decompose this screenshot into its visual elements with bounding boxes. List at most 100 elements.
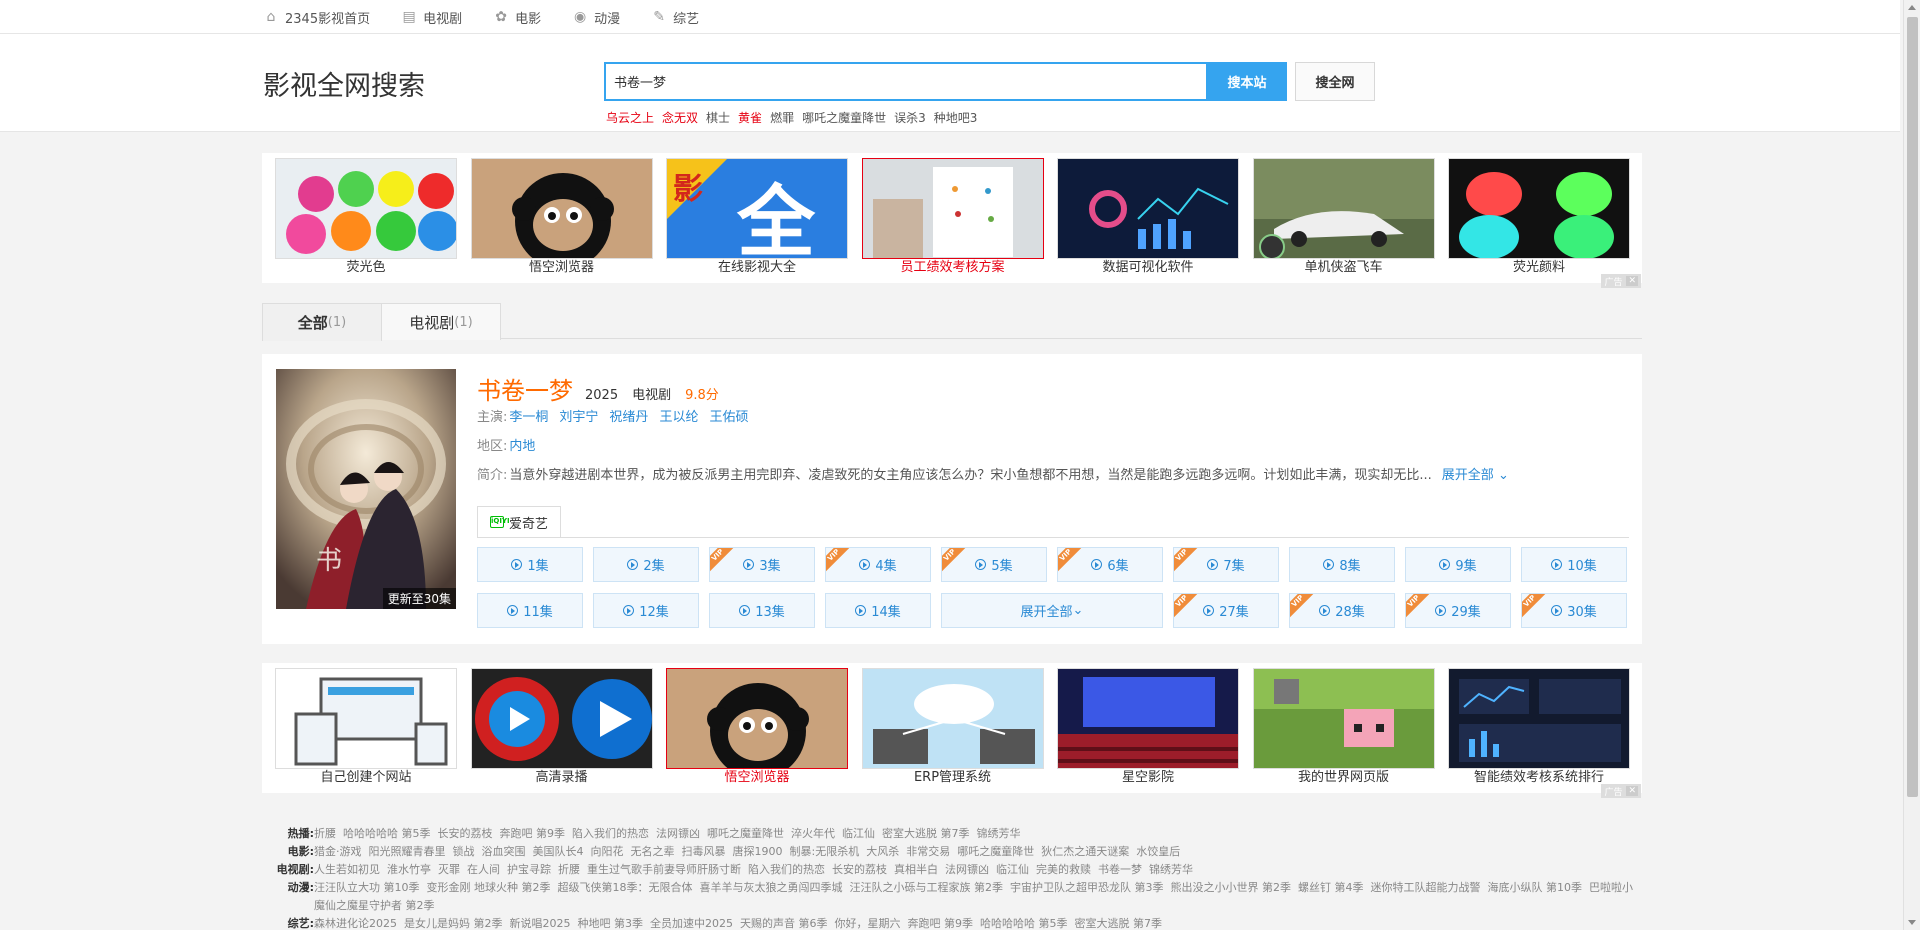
- hot-list-link[interactable]: 重生过气歌手前妻导师肝肠寸断: [587, 863, 741, 876]
- cast-link[interactable]: 祝绪丹: [609, 406, 648, 425]
- hot-list-link[interactable]: 熊出没之小小世界 第2季: [1171, 881, 1292, 894]
- hot-list-link[interactable]: 狄仁杰之通天谜案: [1041, 845, 1129, 858]
- ad-item[interactable]: 我的世界网页版: [1252, 668, 1435, 789]
- search-input[interactable]: [614, 74, 1206, 89]
- nav-tv[interactable]: ▤ 电视剧: [400, 8, 462, 27]
- ad-badge[interactable]: 广告 ✕: [1601, 784, 1641, 798]
- search-site-button[interactable]: 搜本站: [1207, 62, 1287, 101]
- hot-list-link[interactable]: 迷你特工队超能力战警: [1371, 881, 1481, 894]
- ad-thumbnail[interactable]: 影全: [666, 158, 848, 259]
- episode-button[interactable]: VIP 6集: [1057, 547, 1163, 582]
- episode-button[interactable]: 14集: [825, 593, 931, 628]
- hot-list-link[interactable]: 折腰: [314, 827, 336, 840]
- hot-list-link[interactable]: 临江仙: [996, 863, 1029, 876]
- ad-caption[interactable]: 荧光色: [275, 259, 457, 279]
- hot-list-link[interactable]: 哈哈哈哈哈 第5季: [343, 827, 431, 840]
- hot-word[interactable]: 误杀3: [894, 109, 926, 126]
- search-box[interactable]: [604, 62, 1208, 101]
- ad-thumbnail[interactable]: [470, 158, 653, 259]
- hot-list-link[interactable]: 水饺皇后: [1136, 845, 1180, 858]
- expand-episodes-button[interactable]: 展开全部 ⌄: [941, 593, 1163, 628]
- episode-button[interactable]: VIP 7集: [1173, 547, 1279, 582]
- hot-list-link[interactable]: 书卷一梦: [1098, 863, 1142, 876]
- hot-list-link[interactable]: 阳光照耀青春里: [369, 845, 446, 858]
- ad-item[interactable]: 自己创建个网站: [275, 668, 457, 789]
- hot-list-link[interactable]: 非常交易: [906, 845, 950, 858]
- hot-word[interactable]: 哪吒之魔童降世: [802, 109, 886, 126]
- hot-list-link[interactable]: 陷入我们的热恋: [572, 827, 649, 840]
- episode-button[interactable]: VIP 4集: [825, 547, 931, 582]
- ad-item[interactable]: ERP管理系统: [861, 668, 1044, 789]
- hot-list-link[interactable]: 海底小纵队 第10季: [1488, 881, 1583, 894]
- hot-list-link[interactable]: 陷入我们的热恋: [748, 863, 825, 876]
- cast-link[interactable]: 李一桐: [509, 406, 548, 425]
- hot-list-link[interactable]: 淮水竹亭: [387, 863, 431, 876]
- hot-list-link[interactable]: 制暴:无限杀机: [790, 845, 860, 858]
- episode-button[interactable]: 8集: [1289, 547, 1395, 582]
- episode-button[interactable]: 12集: [593, 593, 699, 628]
- episode-button[interactable]: VIP 30集: [1521, 593, 1627, 628]
- ad-item[interactable]: 星空影院: [1057, 668, 1239, 789]
- episode-button[interactable]: 1集: [477, 547, 583, 582]
- ad-caption[interactable]: 数据可视化软件: [1057, 259, 1239, 279]
- source-tab-iqiyi[interactable]: iQIYI 爱奇艺: [477, 506, 561, 538]
- nav-movie[interactable]: ✿ 电影: [492, 8, 541, 27]
- episode-button[interactable]: 10集: [1521, 547, 1627, 582]
- ad-thumbnail[interactable]: [1448, 668, 1630, 769]
- hot-list-link[interactable]: 锦绣芳华: [977, 827, 1021, 840]
- hot-list-link[interactable]: 哈哈哈哈哈 第5季: [980, 917, 1068, 930]
- ad-item[interactable]: 悟空浏览器: [470, 158, 653, 279]
- ad-caption[interactable]: 自己创建个网站: [275, 769, 457, 789]
- hot-list-link[interactable]: 浴血突围: [482, 845, 526, 858]
- hot-list-link[interactable]: 临江仙: [842, 827, 875, 840]
- nav-variety[interactable]: ✎ 综艺: [650, 8, 699, 27]
- ad-item[interactable]: 影全在线影视大全: [666, 158, 848, 279]
- hot-list-link[interactable]: 森林进化论2025: [314, 917, 397, 930]
- hot-word[interactable]: 乌云之上: [606, 109, 654, 126]
- poster-image[interactable]: 书 更新至30集: [276, 369, 456, 609]
- hot-list-link[interactable]: 汪汪队之小砾与工程家族 第2季: [850, 881, 1004, 894]
- hot-list-link[interactable]: 种地吧 第3季: [578, 917, 644, 930]
- hot-list-link[interactable]: 哪吒之魔童降世: [707, 827, 784, 840]
- ad-caption[interactable]: 悟空浏览器: [471, 259, 653, 279]
- ad-caption[interactable]: 高清录播: [471, 769, 653, 789]
- hot-list-link[interactable]: 密室大逃脱 第7季: [882, 827, 970, 840]
- hot-list-link[interactable]: 长安的荔枝: [832, 863, 887, 876]
- hot-list-link[interactable]: 在人间: [467, 863, 500, 876]
- hot-list-link[interactable]: 猎金·游戏: [314, 845, 362, 858]
- ad-thumbnail[interactable]: [1252, 668, 1435, 769]
- ad-caption[interactable]: 员工绩效考核方案: [862, 259, 1044, 279]
- result-title[interactable]: 书卷一梦: [477, 371, 573, 406]
- hot-list-link[interactable]: 法网镖凶: [945, 863, 989, 876]
- ad-item[interactable]: 员工绩效考核方案: [861, 158, 1044, 279]
- episode-button[interactable]: 13集: [709, 593, 815, 628]
- ad-item[interactable]: 荧光颜料: [1448, 158, 1630, 279]
- hot-list-link[interactable]: 真相半白: [894, 863, 938, 876]
- hot-list-link[interactable]: 锦绣芳华: [1149, 863, 1193, 876]
- hot-list-link[interactable]: 奔跑吧 第9季: [500, 827, 566, 840]
- hot-list-link[interactable]: 超级飞侠第18季：无限合体: [558, 881, 693, 894]
- ad-badge[interactable]: 广告 ✕: [1601, 274, 1641, 288]
- ad-item[interactable]: 高清录播: [470, 668, 653, 789]
- hot-list-link[interactable]: 人生若如初见: [314, 863, 380, 876]
- ad-caption[interactable]: 星空影院: [1057, 769, 1239, 789]
- hot-list-link[interactable]: 汪汪队立大功 第10季: [314, 881, 420, 894]
- episode-button[interactable]: 9集: [1405, 547, 1511, 582]
- ad-item[interactable]: 智能绩效考核系统排行: [1448, 668, 1630, 789]
- ad-thumbnail[interactable]: [861, 158, 1044, 259]
- episode-button[interactable]: VIP 27集: [1173, 593, 1279, 628]
- hot-list-link[interactable]: 新说唱2025: [510, 917, 571, 930]
- hot-list-link[interactable]: 奔跑吧 第9季: [908, 917, 974, 930]
- hot-list-link[interactable]: 折腰: [558, 863, 580, 876]
- search-all-button[interactable]: 搜全网: [1295, 62, 1375, 101]
- ad-thumbnail[interactable]: [275, 158, 457, 259]
- ad-thumbnail[interactable]: [1448, 158, 1630, 259]
- hot-word[interactable]: 棋士: [706, 109, 730, 126]
- ad-item[interactable]: 数据可视化软件: [1057, 158, 1239, 279]
- hot-list-link[interactable]: 长安的荔枝: [438, 827, 493, 840]
- hot-list-link[interactable]: 向阳花: [591, 845, 624, 858]
- hot-list-link[interactable]: 护宝寻踪: [507, 863, 551, 876]
- hot-list-link[interactable]: 法网镖凶: [656, 827, 700, 840]
- hot-list-link[interactable]: 全员加速中2025: [650, 917, 733, 930]
- episode-button[interactable]: 2集: [593, 547, 699, 582]
